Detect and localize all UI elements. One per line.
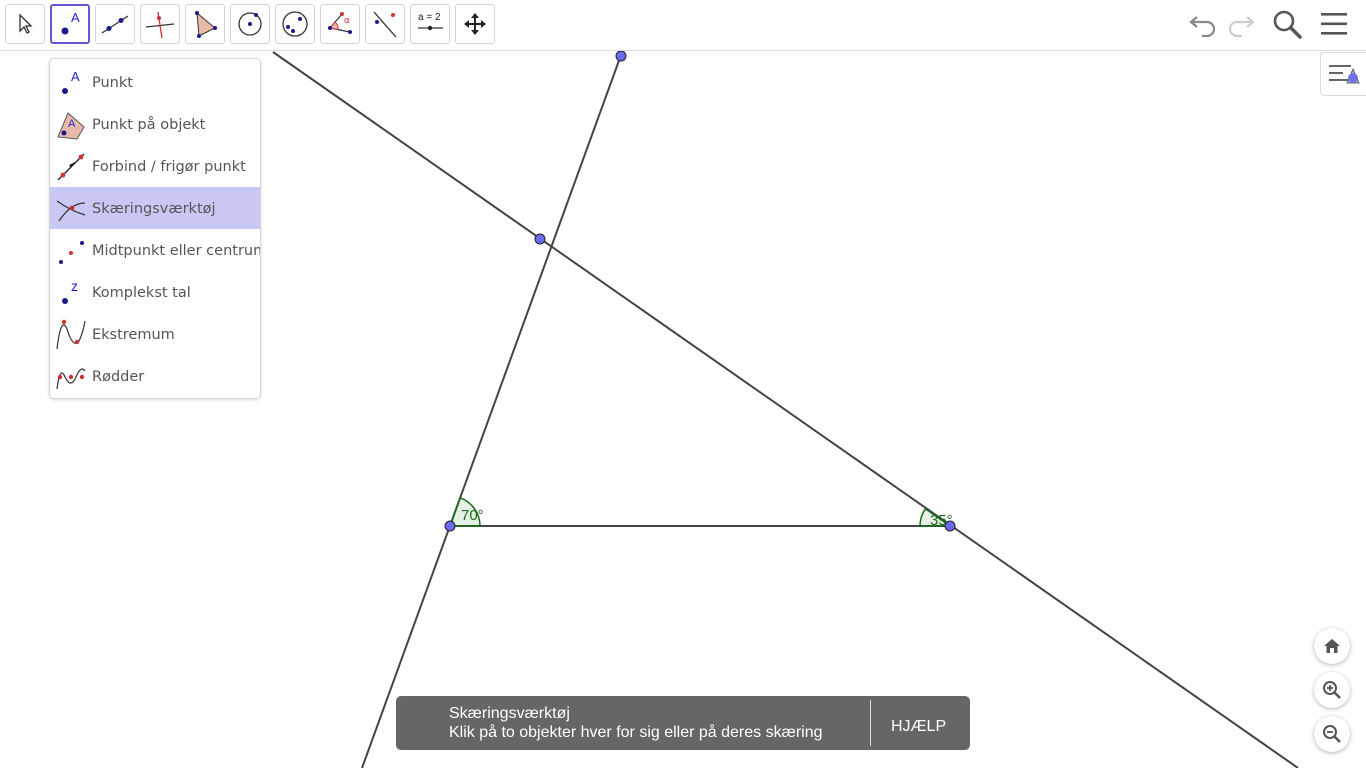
perpendicular-icon (145, 11, 175, 39)
arrow-cursor-icon (19, 13, 33, 34)
angle-tool-button[interactable]: α (320, 4, 360, 44)
move-tool-button[interactable] (5, 4, 45, 44)
menu-item-attach-detach[interactable]: Forbind / frigør punkt (50, 145, 260, 187)
circle-icon (238, 12, 262, 36)
undo-icon (1189, 16, 1216, 37)
angle-35-label: 35° (930, 512, 953, 529)
alpha-glyph: α (344, 16, 350, 26)
point-on-object-icon: A (57, 112, 85, 140)
home-view-button[interactable] (1314, 628, 1350, 664)
tooltip-divider (870, 700, 871, 746)
zoom-in-icon (1323, 681, 1341, 699)
menu-glyph-point-on-object: A (68, 118, 76, 130)
style-bar-toggle[interactable] (1320, 52, 1366, 96)
point-tools-menu: A Punkt A Punkt på objekt Forbind / frig… (49, 58, 261, 399)
tooltip-title: Skæringsværktøj (449, 705, 570, 722)
menu-label: Skæringsværktøj (92, 201, 216, 217)
menu-item-punkt[interactable]: A Punkt (50, 61, 260, 103)
menu-item-complex-number[interactable]: z Komplekst tal (50, 271, 260, 313)
line-icon (101, 15, 129, 34)
point-icon: A (61, 10, 80, 35)
menu-item-intersect[interactable]: Skæringsværktøj (50, 187, 260, 229)
menu-icon (1321, 13, 1347, 35)
tooltip-help-button[interactable]: HJÆLP (891, 718, 946, 736)
reflect-tool-button[interactable] (365, 4, 405, 44)
home-icon (1324, 639, 1340, 653)
roots-icon (56, 368, 86, 390)
point-top[interactable] (615, 50, 627, 62)
toolbar: A α a = 2 (0, 0, 1366, 51)
ellipse-tool-button[interactable] (275, 4, 315, 44)
tooltip-description: Klik på to objekter hver for sig eller p… (449, 724, 823, 741)
menu-label: Komplekst tal (92, 285, 191, 301)
menu-label: Punkt (92, 75, 133, 91)
polygon-tool-button[interactable] (185, 4, 225, 44)
slider-glyph: a = 2 (418, 12, 441, 23)
redo-button[interactable] (1224, 6, 1258, 42)
move-view-tool-button[interactable] (455, 4, 495, 44)
polygon-icon (195, 11, 217, 38)
search-button[interactable] (1270, 6, 1304, 42)
tool-tooltip: Skæringsværktøj Klik på to objekter hver… (396, 696, 970, 750)
zoom-out-icon (1323, 725, 1341, 743)
point-tool-button[interactable]: A (50, 4, 90, 44)
line-through-intersection[interactable] (272, 51, 1299, 768)
undo-button[interactable] (1186, 6, 1220, 42)
angle-icon: α (328, 12, 352, 34)
line-tool-button[interactable] (95, 4, 135, 44)
slider-tool-button[interactable]: a = 2 (410, 4, 450, 44)
search-icon (1273, 10, 1302, 39)
midpoint-icon (59, 241, 84, 264)
main-menu-button[interactable] (1317, 6, 1351, 42)
reflect-icon (373, 11, 397, 38)
point-on-line[interactable] (534, 233, 546, 245)
intersect-icon (56, 200, 86, 222)
menu-item-midpoint[interactable]: Midtpunkt eller centrum (50, 229, 260, 271)
move-graphics-icon (464, 13, 486, 35)
ellipse-icon (282, 11, 308, 37)
menu-label: Midtpunkt eller centrum (92, 243, 261, 259)
style-bar-icon (1328, 65, 1360, 84)
extremum-icon (56, 319, 86, 350)
menu-label: Rødder (92, 369, 145, 385)
menu-item-point-on-object[interactable]: A Punkt på objekt (50, 103, 260, 145)
svg-text:A: A (71, 10, 80, 25)
menu-item-extremum[interactable]: Ekstremum (50, 313, 260, 355)
complex-number-icon: z (62, 278, 78, 304)
point-base-left[interactable] (444, 520, 456, 532)
circle-tool-button[interactable] (230, 4, 270, 44)
attach-detach-icon (57, 153, 85, 181)
menu-label: Punkt på objekt (92, 117, 206, 133)
slider-icon: a = 2 (418, 12, 443, 31)
point-icon: A (62, 69, 80, 94)
perpendicular-tool-button[interactable] (140, 4, 180, 44)
line-steep[interactable] (361, 54, 622, 768)
menu-label: Ekstremum (92, 327, 175, 343)
menu-item-roots[interactable]: Rødder (50, 355, 260, 397)
menu-glyph-punkt: A (71, 69, 80, 84)
menu-glyph-complex: z (71, 278, 78, 294)
menu-label: Forbind / frigør punkt (92, 159, 246, 175)
zoom-in-button[interactable] (1314, 672, 1350, 708)
redo-icon (1228, 16, 1255, 37)
angle-70-label: 70° (461, 507, 484, 524)
zoom-out-button[interactable] (1314, 716, 1350, 752)
